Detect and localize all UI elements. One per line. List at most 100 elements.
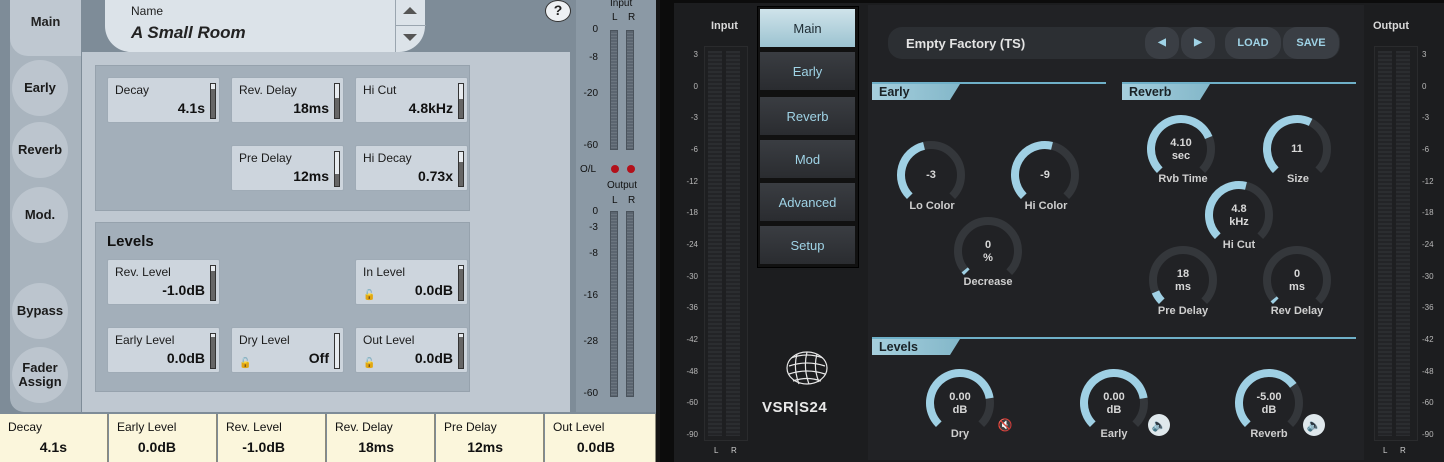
status-cell[interactable]: Out Level 0.0dB xyxy=(545,414,656,462)
param-bar-fill xyxy=(335,174,339,186)
knob-unit: kHz xyxy=(1229,216,1249,228)
name-arrows xyxy=(395,0,426,52)
param-bar xyxy=(458,265,464,301)
rtab-setup-label: Setup xyxy=(790,238,825,253)
param-rev-level[interactable]: Rev. Level -1.0dB xyxy=(107,259,220,305)
rtab-advanced[interactable]: Advanced xyxy=(759,182,856,222)
param-rev-delay[interactable]: Rev. Delay 18ms xyxy=(231,77,344,123)
knob-value: -9 xyxy=(1040,169,1050,181)
arrow-down-icon[interactable] xyxy=(403,34,417,41)
input-l-label: L xyxy=(612,12,618,23)
output-meter-l xyxy=(1378,51,1392,436)
rtab-reverb[interactable]: Reverb xyxy=(759,96,856,136)
tab-reverb[interactable]: Reverb xyxy=(12,122,68,178)
output-r-label: R xyxy=(628,195,636,206)
param-decay[interactable]: Decay 4.1s xyxy=(107,77,220,123)
help-button[interactable]: ? xyxy=(545,0,571,22)
arrow-up-icon[interactable] xyxy=(403,7,417,14)
preset-prev-button[interactable]: ◀ xyxy=(1145,27,1179,59)
knob-value: -5.00 xyxy=(1256,391,1282,403)
param-value: 0.73x xyxy=(417,168,453,184)
status-cell[interactable]: Decay 4.1s xyxy=(0,414,108,462)
meter-scale-label: -24 xyxy=(1422,240,1434,249)
param-bar-fill xyxy=(335,97,339,118)
dry-mute-icon[interactable]: 🔇 xyxy=(994,414,1016,436)
input-scale-8: -8 xyxy=(589,52,598,63)
output-scale-3: -3 xyxy=(589,222,598,233)
param-dry-level[interactable]: Dry Level Off 🔓 xyxy=(231,327,344,373)
param-bar-fill xyxy=(459,99,463,118)
param-pre-delay[interactable]: Pre Delay 12ms xyxy=(231,145,344,191)
param-bar xyxy=(210,83,216,119)
param-in-level[interactable]: In Level 0.0dB 🔓 xyxy=(355,259,468,305)
knob-unit: dB xyxy=(1106,404,1122,416)
output-scale-16: -16 xyxy=(583,290,598,301)
lock-icon[interactable]: 🔓 xyxy=(363,358,375,369)
status-cell[interactable]: Pre Delay 12ms xyxy=(436,414,544,462)
knob-value: 0 xyxy=(1293,268,1301,280)
meter-scale-label: -3 xyxy=(1422,113,1430,123)
rev-delay-label: Rev Delay xyxy=(1270,305,1324,317)
rtab-early[interactable]: Early xyxy=(759,51,856,91)
status-cell[interactable]: Rev. Level -1.0dB xyxy=(218,414,326,462)
meter-scale-label: -60 xyxy=(1422,398,1434,408)
param-hi-cut[interactable]: Hi Cut 4.8kHz xyxy=(355,77,468,123)
param-hi-decay[interactable]: Hi Decay 0.73x xyxy=(355,145,468,191)
param-label: Hi Decay xyxy=(363,151,412,165)
status-cell[interactable]: Rev. Delay 18ms xyxy=(327,414,435,462)
param-value: 0.0dB xyxy=(414,350,453,366)
left-plugin-panel: Main Early Reverb Mod. Bypass Fader Assi… xyxy=(0,0,656,462)
tab-mod[interactable]: Mod. xyxy=(12,187,68,243)
param-bar-fill xyxy=(211,89,215,118)
param-bar-fill xyxy=(459,337,463,368)
output-meter xyxy=(1374,46,1418,441)
meter-scale-label: 3 xyxy=(1422,50,1427,59)
param-bar xyxy=(458,83,464,119)
status-label: Rev. Delay xyxy=(335,420,393,434)
levels-divider xyxy=(872,337,1356,339)
output-scale-28: -28 xyxy=(583,336,598,347)
load-button[interactable]: LOAD xyxy=(1225,27,1281,59)
param-value: 18ms xyxy=(293,100,329,116)
meter-scale-label: -3 xyxy=(690,113,698,123)
output-l: L xyxy=(1383,446,1388,455)
knob-unit: ms xyxy=(1289,281,1305,293)
reverb-speaker-icon[interactable]: 🔈 xyxy=(1303,414,1325,436)
knob-value: -3 xyxy=(926,169,936,181)
bypass-label: Bypass xyxy=(16,303,64,318)
rtab-setup[interactable]: Setup xyxy=(759,225,856,265)
param-early-level[interactable]: Early Level 0.0dB xyxy=(107,327,220,373)
lock-icon[interactable]: 🔓 xyxy=(239,358,251,369)
input-r: R xyxy=(731,446,737,455)
tab-main[interactable]: Main xyxy=(10,0,81,56)
tab-reverb-label: Reverb xyxy=(17,142,63,157)
meter-scale-label: -12 xyxy=(1422,176,1434,186)
rtab-main-label: Main xyxy=(793,21,822,36)
rtab-mod[interactable]: Mod xyxy=(759,139,856,179)
rtab-main[interactable]: Main xyxy=(759,8,856,48)
input-meter xyxy=(704,46,748,441)
rtab-early-label: Early xyxy=(792,64,823,79)
early-speaker-icon[interactable]: 🔈 xyxy=(1148,414,1170,436)
preset-next-button[interactable]: ▶ xyxy=(1181,27,1215,59)
preset-name-box[interactable]: Name A Small Room xyxy=(105,0,426,52)
fader-assign-button[interactable]: Fader Assign xyxy=(12,347,68,403)
output-scale-60: -60 xyxy=(583,388,598,399)
knob-value: 0.00 xyxy=(949,391,971,403)
meter-scale-label: -36 xyxy=(686,303,698,313)
output-meter-left xyxy=(610,211,618,397)
param-value: 4.1s xyxy=(177,100,205,116)
knob-unit: ms xyxy=(1175,281,1191,293)
tab-early[interactable]: Early xyxy=(12,60,68,116)
ol-label: O/L xyxy=(580,164,597,175)
bypass-button[interactable]: Bypass xyxy=(12,283,68,339)
param-bar-fill xyxy=(211,337,215,368)
param-bar-fill xyxy=(459,162,463,186)
param-bar xyxy=(210,265,216,301)
save-button[interactable]: SAVE xyxy=(1283,27,1339,59)
reverb-section-title: Reverb xyxy=(1122,84,1210,100)
status-cell[interactable]: Early Level 0.0dB xyxy=(109,414,217,462)
meter-scale-label: -60 xyxy=(686,398,698,408)
lock-icon[interactable]: 🔓 xyxy=(363,290,375,301)
param-out-level[interactable]: Out Level 0.0dB 🔓 xyxy=(355,327,468,373)
